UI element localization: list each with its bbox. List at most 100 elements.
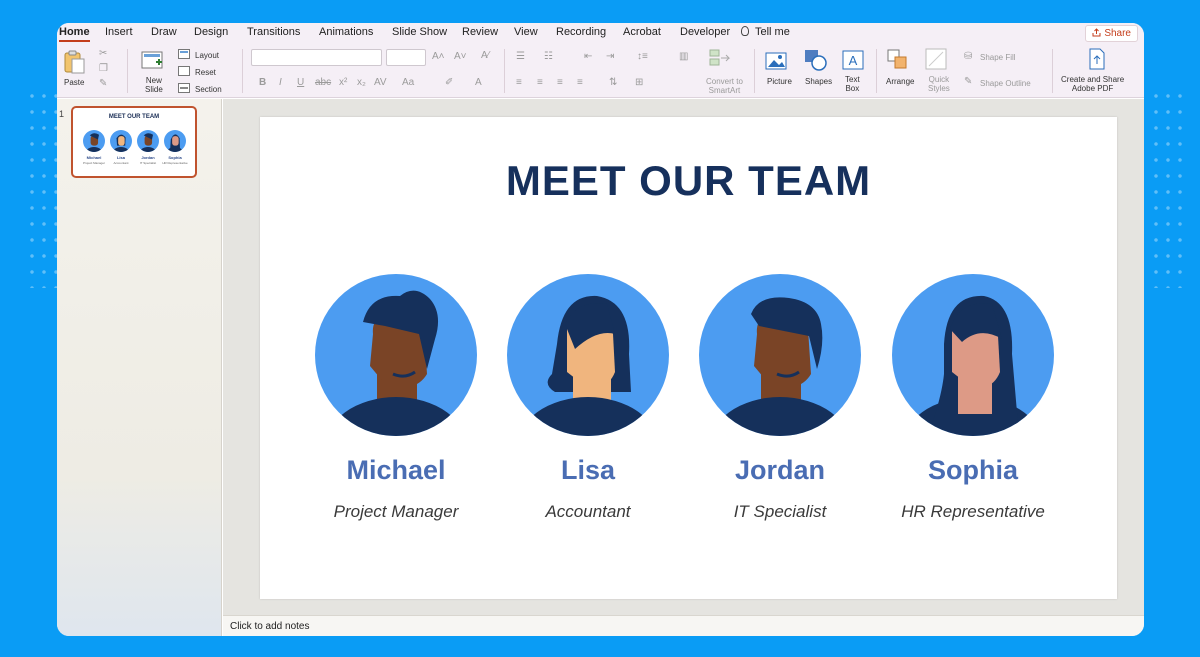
create-share-pdf-label: Create and Share Adobe PDF: [1061, 75, 1125, 93]
thumbnail-avatar: [83, 130, 105, 152]
paint-bucket-icon: ⛁: [964, 51, 973, 62]
member-role[interactable]: Project Manager: [306, 502, 486, 522]
thumbnail-name: Lisa: [116, 155, 125, 160]
copy-icon[interactable]: ❐: [99, 63, 108, 74]
avatar[interactable]: [315, 274, 477, 436]
format-painter-icon[interactable]: ✎: [99, 78, 107, 89]
tell-me-search[interactable]: Tell me: [741, 26, 790, 38]
align-center-icon[interactable]: ≡: [537, 77, 543, 88]
tab-slide-show[interactable]: Slide Show: [392, 26, 447, 38]
avatar[interactable]: [892, 274, 1054, 436]
font-color-icon[interactable]: A: [475, 77, 482, 88]
person-avatar-icon: [85, 133, 103, 152]
reset-icon: [178, 66, 190, 76]
team-member-card: Jordan IT Specialist: [690, 274, 870, 534]
align-right-icon[interactable]: ≡: [557, 77, 563, 88]
arrange-icon: [887, 49, 907, 69]
font-size-select[interactable]: [386, 49, 426, 66]
ribbon-separator: [876, 49, 877, 93]
thumbnail-role: Project Manager: [82, 161, 105, 165]
superscript-icon[interactable]: x²: [339, 77, 347, 88]
bullets-icon[interactable]: ☰: [516, 51, 525, 62]
avatar[interactable]: [507, 274, 669, 436]
picture-icon: [765, 52, 787, 70]
character-spacing-icon[interactable]: AV: [374, 77, 387, 88]
smartart-icon: [709, 49, 731, 66]
thumbnail-avatar: [137, 130, 159, 152]
member-role[interactable]: HR Representative: [883, 502, 1063, 522]
increase-font-icon[interactable]: A˄: [432, 51, 445, 62]
person-avatar-icon: [166, 134, 184, 152]
thumbnail-name: Sophia: [168, 155, 182, 160]
line-spacing-icon[interactable]: ↕≡: [637, 51, 648, 62]
decrease-indent-icon[interactable]: ⇤: [584, 51, 592, 62]
underline-icon[interactable]: U: [297, 77, 304, 88]
avatar[interactable]: [699, 274, 861, 436]
strikethrough-icon[interactable]: abc: [315, 77, 331, 88]
increase-indent-icon[interactable]: ⇥: [606, 51, 614, 62]
italic-icon[interactable]: I: [279, 77, 282, 88]
ribbon-tab-bar: Home Insert Draw Design Transitions Anim…: [57, 23, 1144, 45]
tab-view[interactable]: View: [514, 26, 538, 38]
tab-developer[interactable]: Developer: [680, 26, 730, 38]
columns-icon[interactable]: ▥: [679, 51, 688, 62]
change-case-icon[interactable]: Aa: [402, 77, 414, 88]
tell-me-label: Tell me: [755, 26, 790, 38]
slide-thumbnail-panel: 1 MEET OUR TEAM Michael Lisa Jordan Soph…: [57, 99, 222, 636]
arrange-label: Arrange: [886, 77, 915, 86]
layout-label: Layout: [195, 51, 220, 60]
thumbnail-avatar: [164, 130, 186, 152]
member-role[interactable]: Accountant: [498, 502, 678, 522]
tab-recording[interactable]: Recording: [556, 26, 606, 38]
cut-icon[interactable]: ✂: [99, 48, 107, 59]
decrease-font-icon[interactable]: A˅: [454, 51, 467, 62]
member-name[interactable]: Lisa: [498, 455, 678, 486]
tab-draw[interactable]: Draw: [151, 26, 177, 38]
notes-pane[interactable]: Click to add notes: [223, 615, 1144, 636]
align-left-icon[interactable]: ≡: [516, 77, 522, 88]
thumbnail-role: HR Representative: [162, 161, 188, 165]
tab-acrobat[interactable]: Acrobat: [623, 26, 661, 38]
thumbnail-name: Michael: [86, 155, 102, 160]
man-avatar-icon: [710, 297, 850, 436]
subscript-icon[interactable]: x₂: [357, 77, 366, 88]
bold-icon[interactable]: B: [259, 77, 266, 88]
member-name[interactable]: Sophia: [883, 455, 1063, 486]
powerpoint-window: Home Insert Draw Design Transitions Anim…: [57, 23, 1144, 636]
member-name[interactable]: Jordan: [690, 455, 870, 486]
tab-transitions[interactable]: Transitions: [247, 26, 300, 38]
align-text-icon[interactable]: ⊞: [635, 77, 643, 88]
shape-fill-label: Shape Fill: [980, 53, 1016, 62]
text-direction-icon[interactable]: ⇅: [609, 77, 617, 88]
convert-smartart-label: Convert to SmartArt: [706, 77, 743, 95]
tab-home[interactable]: Home: [59, 26, 90, 42]
justify-icon[interactable]: ≡: [577, 77, 583, 88]
numbering-icon[interactable]: ☷: [544, 51, 553, 62]
tab-design[interactable]: Design: [194, 26, 228, 38]
share-button[interactable]: Share: [1085, 25, 1138, 42]
man-avatar-icon: [326, 290, 466, 436]
clear-formatting-icon[interactable]: A⁄: [481, 50, 489, 61]
tab-animations[interactable]: Animations: [319, 26, 373, 38]
tab-review[interactable]: Review: [462, 26, 498, 38]
ribbon-separator: [754, 49, 755, 93]
adobe-pdf-icon: [1089, 48, 1105, 70]
share-icon: [1092, 28, 1101, 37]
slide-thumbnail-1[interactable]: MEET OUR TEAM Michael Lisa Jordan Sophia…: [71, 106, 197, 178]
text-box-label: Text Box: [845, 75, 860, 93]
new-slide-icon: [141, 51, 163, 69]
woman-avatar-icon: [903, 295, 1043, 436]
member-name[interactable]: Michael: [306, 455, 486, 486]
font-family-select[interactable]: [251, 49, 382, 66]
text-box-icon: A: [842, 50, 864, 70]
quick-styles-label: Quick Styles: [928, 75, 950, 93]
person-avatar-icon: [139, 133, 157, 152]
notes-placeholder: Click to add notes: [230, 621, 310, 632]
ribbon-separator: [504, 49, 505, 93]
slide-canvas[interactable]: MEET OUR TEAM Michael Project Manager Li…: [260, 117, 1117, 599]
member-role[interactable]: IT Specialist: [690, 502, 870, 522]
slide-title[interactable]: MEET OUR TEAM: [260, 157, 1117, 205]
tab-insert[interactable]: Insert: [105, 26, 133, 38]
slide-number: 1: [59, 109, 65, 119]
highlight-icon[interactable]: ✐: [445, 77, 453, 88]
